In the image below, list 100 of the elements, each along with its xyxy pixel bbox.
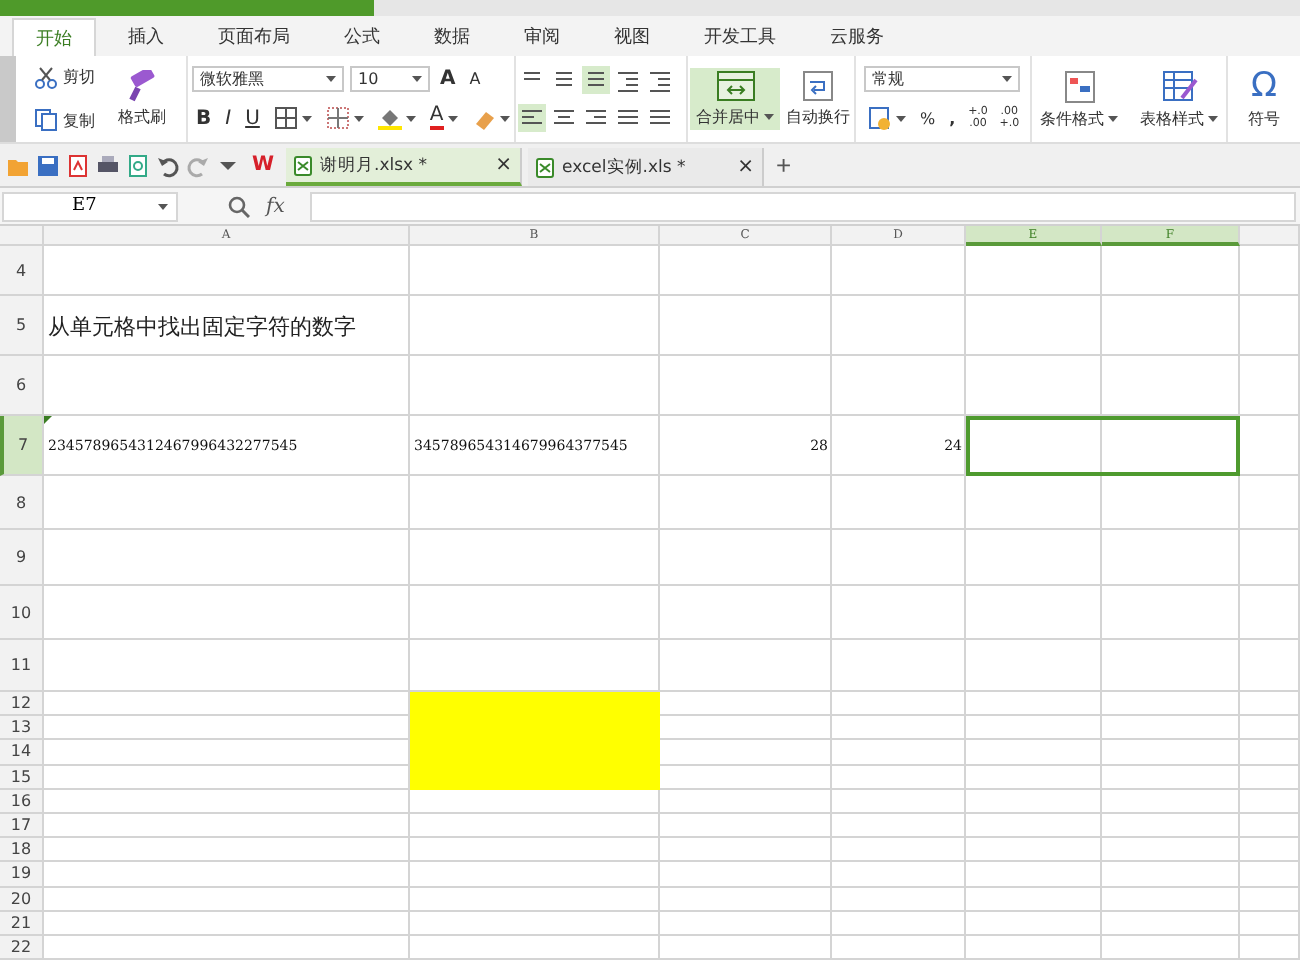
- row-header[interactable]: 8: [0, 476, 44, 530]
- align-left-button[interactable]: [518, 104, 546, 133]
- row-header[interactable]: 7: [0, 416, 44, 476]
- row-header[interactable]: 5: [0, 296, 44, 356]
- caret-icon: [896, 115, 906, 121]
- row-header[interactable]: 11: [0, 640, 44, 692]
- document-tab[interactable]: excel实例.xls * ×: [528, 148, 765, 186]
- menu-tab[interactable]: 视图: [592, 18, 672, 56]
- row-header[interactable]: 22: [0, 935, 44, 960]
- grid-icon: [273, 106, 298, 130]
- table-cell-text: 从单元格中找出固定字符的数字: [46, 311, 358, 343]
- row-header[interactable]: 14: [0, 740, 44, 766]
- paintbrush-icon: [125, 70, 158, 102]
- menu-tab[interactable]: 云服务: [808, 18, 906, 56]
- merge-center-button[interactable]: 合并居中: [690, 68, 780, 130]
- cell-style-button[interactable]: [321, 104, 368, 132]
- print-preview-icon[interactable]: [126, 153, 150, 177]
- menu-tab[interactable]: 页面布局: [196, 18, 312, 56]
- caret-icon: [326, 76, 336, 82]
- format-painter-button[interactable]: 格式刷: [111, 68, 172, 130]
- app-logo[interactable]: W: [246, 154, 281, 176]
- align-bottom-button[interactable]: [582, 65, 610, 94]
- comma-button[interactable]: ,: [945, 107, 960, 129]
- bold-button[interactable]: B: [192, 105, 216, 131]
- wrap-text-button[interactable]: 自动换行: [780, 68, 856, 130]
- caret-icon: [1002, 76, 1012, 82]
- menu-tab[interactable]: 开始: [12, 18, 96, 56]
- indent-decrease-icon: [616, 67, 640, 92]
- grow-font-button[interactable]: A: [436, 66, 460, 92]
- row-header[interactable]: 12: [0, 692, 44, 717]
- font-color-button[interactable]: A: [425, 104, 462, 132]
- caret-icon: [499, 115, 510, 121]
- undo-icon[interactable]: [156, 153, 180, 177]
- eraser-icon: [471, 106, 496, 130]
- pdf-icon[interactable]: [66, 153, 90, 177]
- row-header[interactable]: 17: [0, 813, 44, 839]
- name-box[interactable]: E7: [2, 191, 178, 221]
- row-header[interactable]: 6: [0, 356, 44, 416]
- underline-button[interactable]: U: [241, 105, 264, 131]
- row-header[interactable]: 19: [0, 862, 44, 887]
- selected-cell[interactable]: [966, 416, 1240, 476]
- row-header[interactable]: 9: [0, 530, 44, 586]
- wrap-text-icon: [800, 70, 836, 102]
- spreadsheet-file-icon: [536, 157, 555, 177]
- row-header[interactable]: 13: [0, 716, 44, 741]
- caret-icon: [405, 115, 416, 121]
- caret-icon: [1108, 115, 1118, 121]
- menu-tab[interactable]: 公式: [322, 18, 402, 56]
- spreadsheet-file-icon: [294, 155, 313, 175]
- row-header[interactable]: 20: [0, 887, 44, 912]
- font-size-dropdown[interactable]: 10: [350, 66, 430, 92]
- merge-cells-icon: [715, 70, 755, 102]
- number-format-dropdown[interactable]: 常规: [864, 66, 1020, 92]
- conditional-format-icon: [1061, 69, 1097, 103]
- menu-tab[interactable]: 数据: [412, 18, 492, 56]
- menu-tab[interactable]: 开发工具: [682, 18, 798, 56]
- italic-button[interactable]: I: [221, 105, 236, 131]
- row-header[interactable]: 18: [0, 838, 44, 863]
- cut-button[interactable]: 剪切: [30, 63, 99, 92]
- table-style-icon: [1161, 69, 1197, 103]
- font-name-dropdown[interactable]: 微软雅黑: [192, 66, 344, 92]
- print-icon[interactable]: [96, 153, 120, 177]
- close-tab-button[interactable]: ×: [495, 154, 513, 176]
- copy-icon: [34, 108, 59, 133]
- caret-icon: [301, 115, 312, 121]
- table-style-button[interactable]: 表格样式: [1134, 67, 1224, 131]
- row-header[interactable]: 16: [0, 789, 44, 814]
- formula-input-field[interactable]: [310, 191, 1296, 221]
- caret-icon: [1208, 115, 1218, 121]
- align-bottom-icon: [584, 67, 608, 92]
- align-middle-icon: [552, 67, 576, 92]
- menu-tab[interactable]: 插入: [106, 18, 186, 56]
- scissors-icon: [34, 65, 59, 90]
- row-header[interactable]: 10: [0, 586, 44, 640]
- row-header[interactable]: 21: [0, 911, 44, 936]
- currency-button[interactable]: [864, 104, 910, 132]
- symbol-button[interactable]: Ω 符号: [1228, 66, 1300, 132]
- dotted-grid-icon: [325, 106, 350, 130]
- document-tab[interactable]: 谢明月.xlsx * ×: [286, 148, 523, 186]
- menu-tab[interactable]: 审阅: [502, 18, 582, 56]
- close-tab-button[interactable]: ×: [737, 156, 755, 178]
- borders-button[interactable]: [269, 104, 316, 132]
- caret-icon: [158, 203, 168, 209]
- copy-button[interactable]: 复制: [30, 106, 99, 135]
- caret-icon: [447, 115, 458, 121]
- currency-icon: [868, 106, 892, 130]
- indent-increase-icon: [648, 67, 672, 92]
- row-header[interactable]: 4: [0, 246, 44, 296]
- shrink-font-button[interactable]: A: [465, 68, 485, 90]
- row-header[interactable]: 15: [0, 765, 44, 790]
- conditional-format-button[interactable]: 条件格式: [1034, 67, 1124, 131]
- caret-icon: [353, 115, 364, 121]
- ribbon-collapse-handle[interactable]: [0, 56, 16, 142]
- save-icon[interactable]: [36, 153, 60, 177]
- paint-bucket-icon: [377, 106, 402, 130]
- zoom-icon[interactable]: [228, 195, 250, 217]
- insert-function-button[interactable]: fx: [266, 195, 285, 217]
- fill-color-button[interactable]: [373, 104, 420, 132]
- new-tab-button[interactable]: +: [770, 150, 798, 180]
- percent-button[interactable]: %: [916, 107, 940, 129]
